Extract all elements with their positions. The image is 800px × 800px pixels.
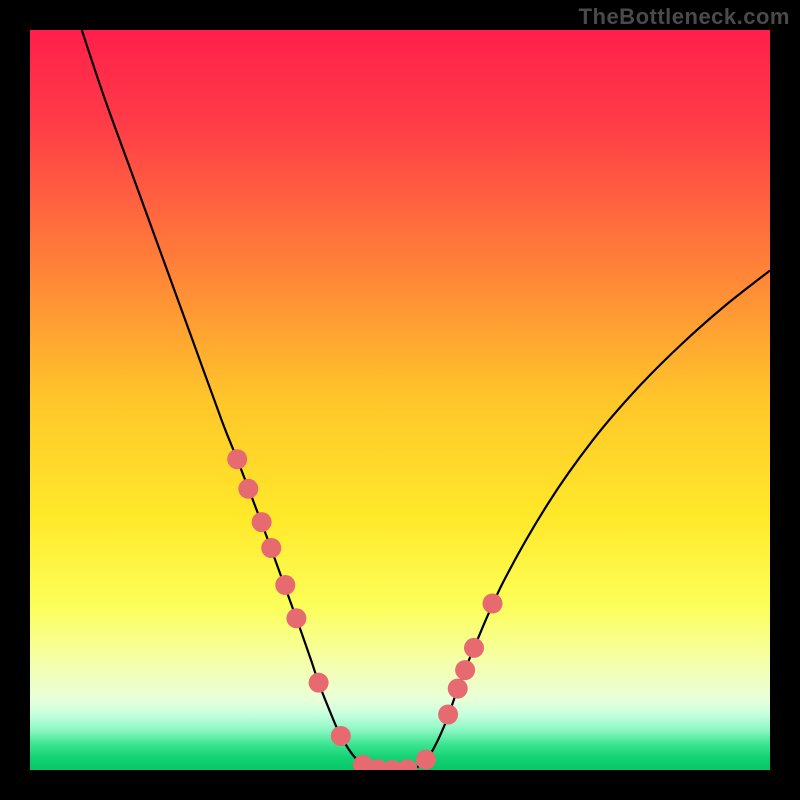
plot-background bbox=[30, 30, 770, 770]
data-marker bbox=[227, 449, 247, 469]
data-marker bbox=[455, 660, 475, 680]
data-marker bbox=[275, 575, 295, 595]
data-marker bbox=[331, 726, 351, 746]
data-marker bbox=[238, 479, 258, 499]
chart-frame: TheBottleneck.com bbox=[0, 0, 800, 800]
watermark-text: TheBottleneck.com bbox=[579, 4, 790, 30]
data-marker bbox=[286, 608, 306, 628]
data-marker bbox=[483, 594, 503, 614]
data-marker bbox=[252, 512, 272, 532]
data-marker bbox=[438, 705, 458, 725]
data-marker bbox=[416, 750, 436, 770]
data-marker bbox=[309, 673, 329, 693]
data-marker bbox=[448, 679, 468, 699]
data-marker bbox=[464, 638, 484, 658]
data-marker bbox=[261, 538, 281, 558]
plot-svg bbox=[30, 30, 770, 770]
plot-area bbox=[30, 30, 770, 770]
